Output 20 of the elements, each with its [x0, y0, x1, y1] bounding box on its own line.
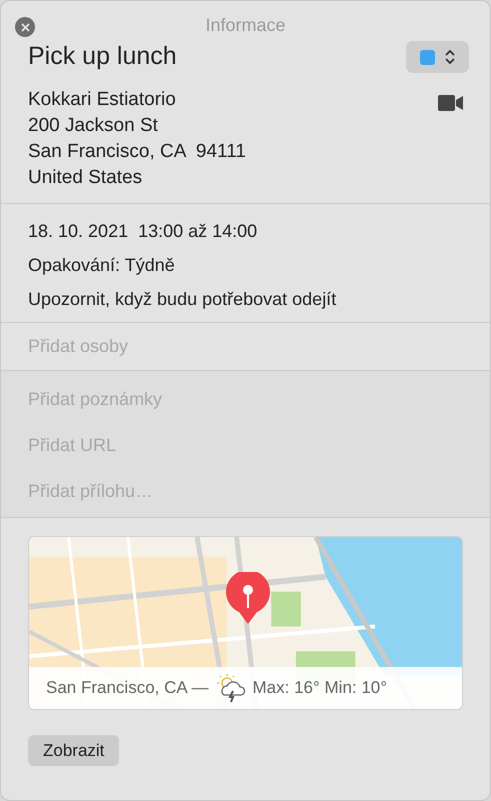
weather-temperatures: Max: 16° Min: 10° — [252, 677, 388, 700]
event-detail: 18. 10. 2021 13:00 až 14:00 — [28, 220, 258, 243]
event-title: Pick up lunch — [28, 41, 177, 72]
show-button[interactable]: Zobrazit — [28, 735, 120, 766]
event-detail: Opakování: Týdně — [28, 254, 176, 277]
video-camera-icon — [438, 95, 463, 111]
sun-cloud-lightning-icon — [214, 673, 247, 703]
event-detail: Upozornit, když budu potřebovat odejít — [28, 288, 338, 311]
location-line: Kokkari Estiatorio — [28, 88, 177, 112]
location-line: United States — [28, 166, 144, 190]
window-title: Informace — [205, 16, 286, 37]
chevron-up-down-icon — [445, 49, 455, 65]
weather-location: San Francisco, CA — — [46, 677, 209, 700]
close-icon — [20, 22, 30, 32]
location-line: 200 Jackson St — [28, 114, 159, 138]
location-line: San Francisco, CA 94111 — [28, 140, 246, 164]
calendar-picker[interactable] — [406, 41, 469, 73]
invitees-field[interactable]: Přidat osoby — [28, 333, 463, 360]
map-pin-icon — [225, 572, 271, 624]
close-button[interactable] — [15, 17, 35, 37]
